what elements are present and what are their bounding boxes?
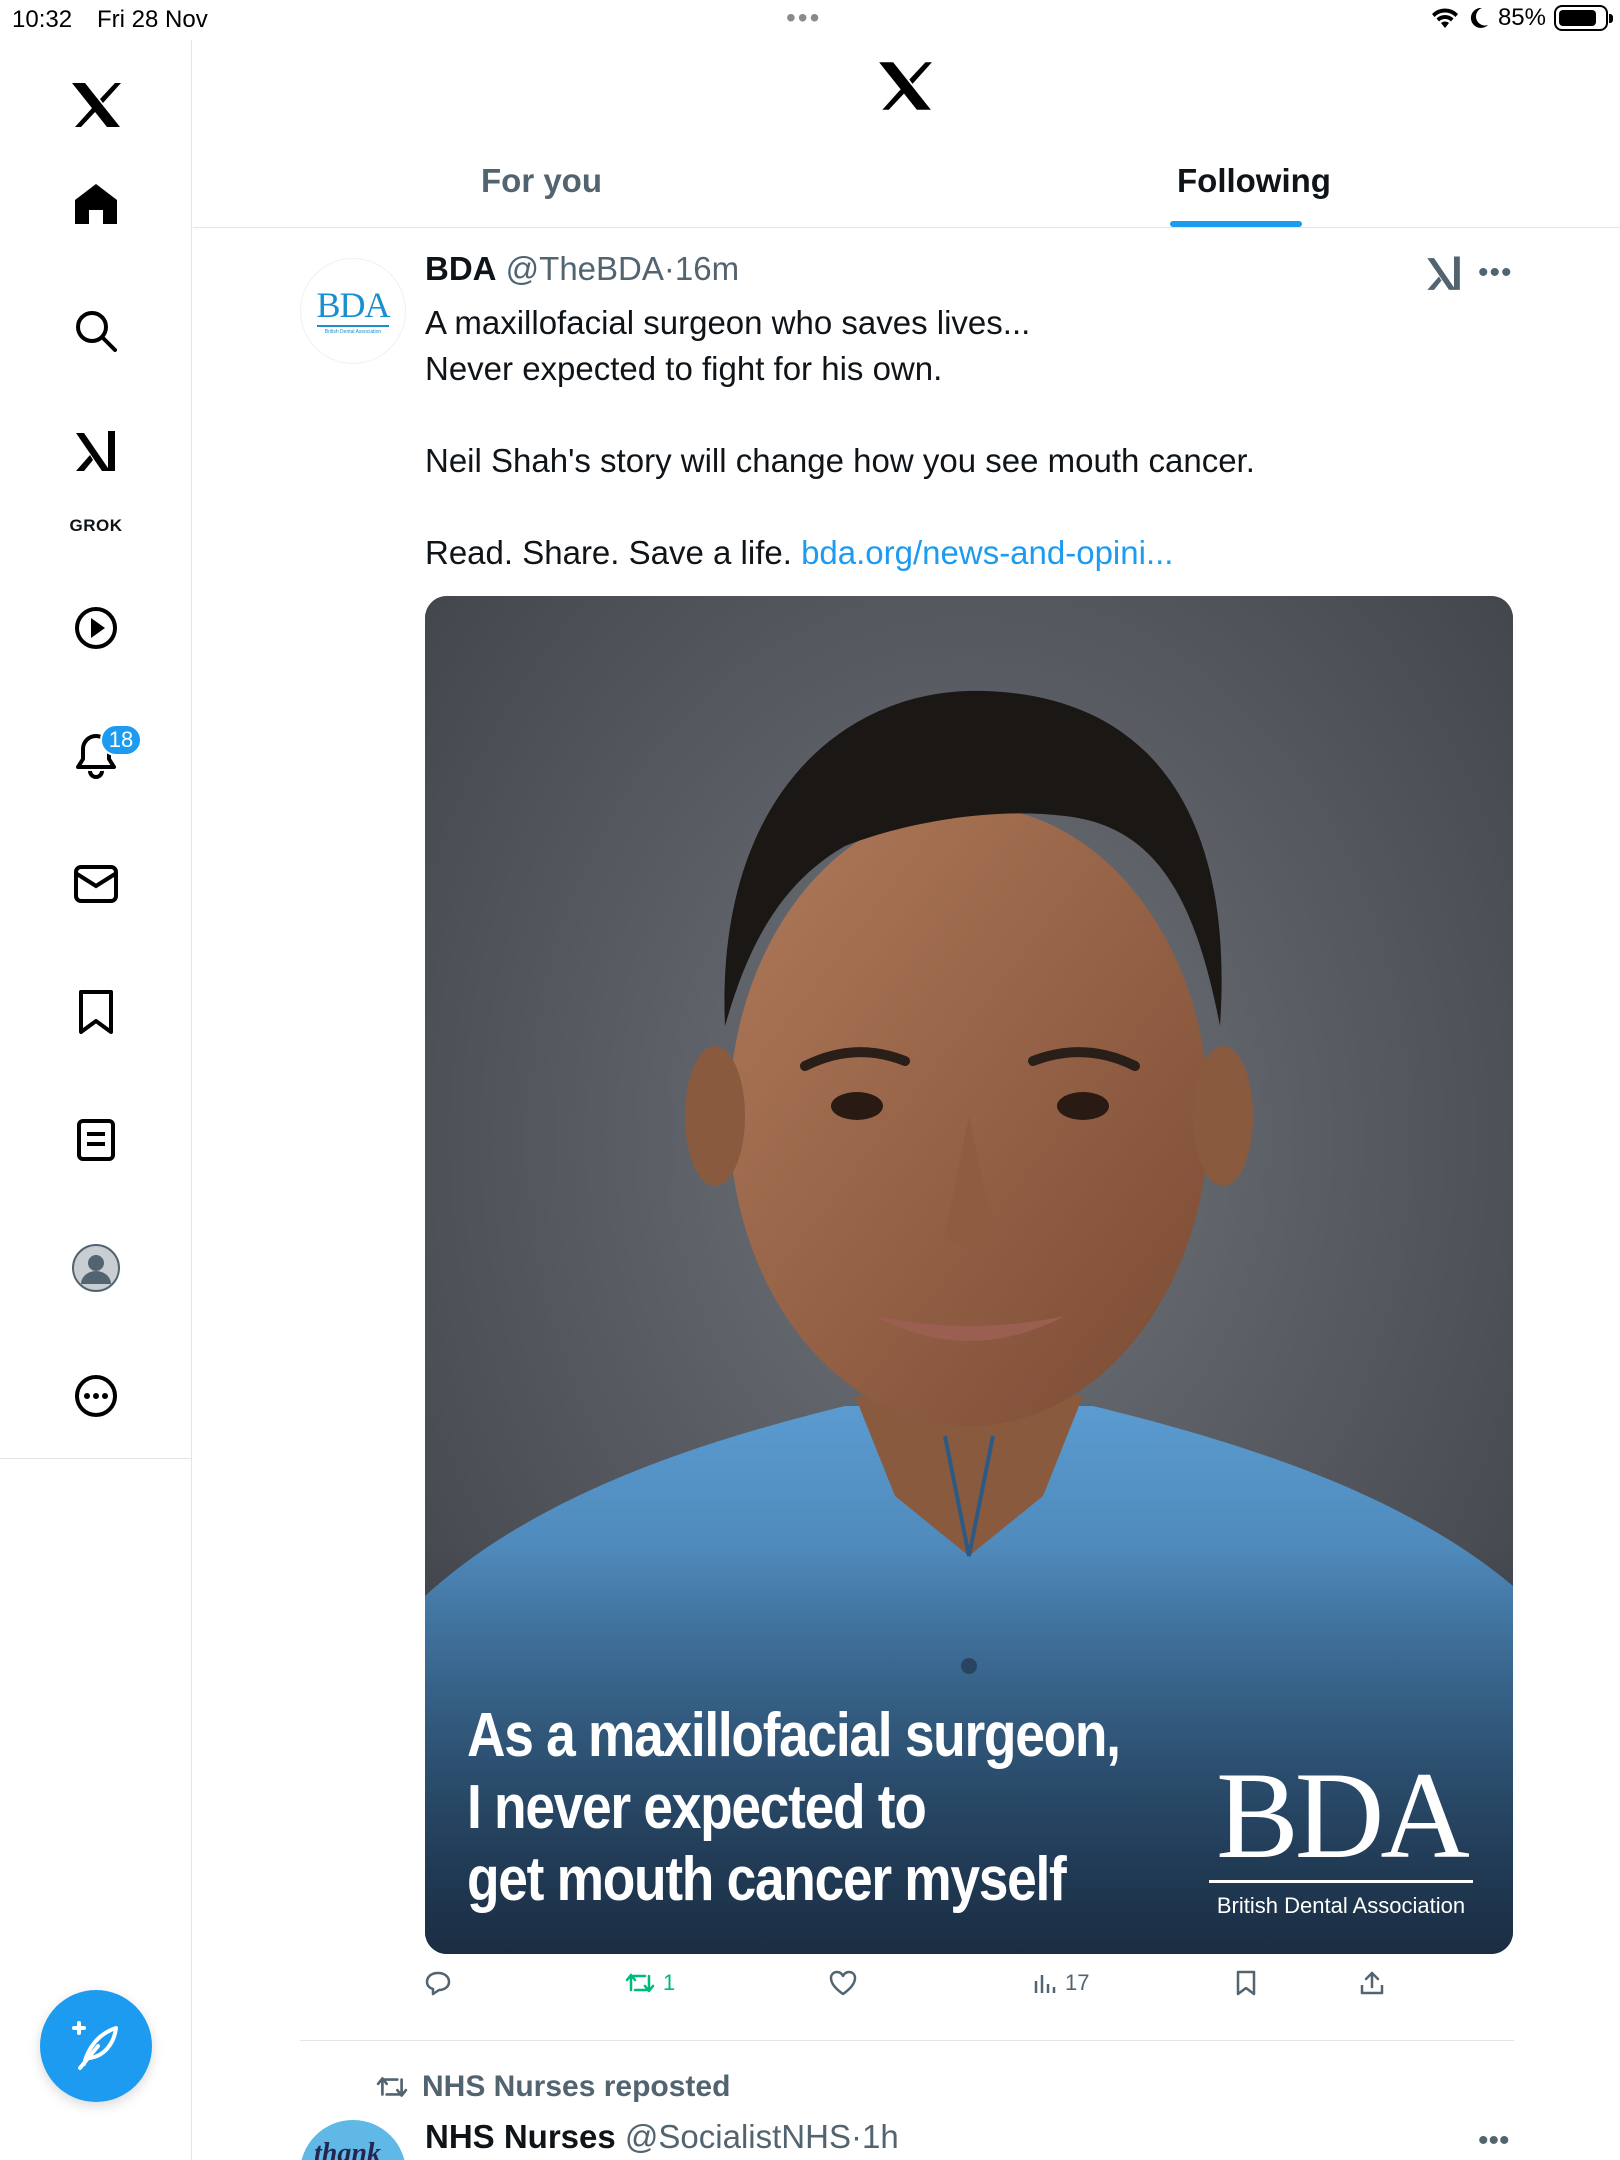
sidebar: GROK 18 [0,40,192,2160]
media-caption: As a maxillofacial surgeon, I never expe… [467,1700,1121,1916]
sidebar-item-profile[interactable] [56,1228,136,1308]
bookmark-button[interactable] [1235,1970,1257,1996]
battery-icon [1554,5,1613,31]
search-icon [76,311,117,352]
sidebar-item-more[interactable] [56,1356,136,1436]
sidebar-item-grok[interactable] [56,412,136,492]
views-button[interactable]: 17 [1033,1970,1089,1996]
timeline-tabs: For you Following [193,140,1620,228]
tweet-author-handle[interactable]: @TheBDA [506,250,664,287]
tweet-line [425,484,1515,530]
repost-icon [376,2077,408,2097]
heart-icon [829,1970,857,1996]
compose-feather-icon [72,2021,118,2070]
tweet-text: A maxillofacial surgeon who saves lives.… [425,300,1515,576]
media-bda-logo: BDA British Dental Association [1209,1747,1473,1919]
tweet2-author-name[interactable]: NHS Nurses [425,2118,616,2155]
tweet-author-name[interactable]: BDA [425,250,497,287]
tweet-divider [300,2040,1514,2041]
share-icon [1360,1971,1384,1995]
tab-following[interactable]: Following [1177,162,1331,200]
sidebar-item-lists[interactable] [56,1100,136,1180]
sidebar-item-explore[interactable] [56,291,136,371]
tweet2-header: NHS Nurses @SocialistNHS·1h [425,2118,899,2156]
media-logo-subtext: British Dental Association [1216,1893,1466,1918]
bookmark-icon [79,990,113,1034]
tweet-line: Never expected to fight for his own. [425,350,943,387]
tweet-line: Neil Shah's story will change how you se… [425,442,1255,479]
avatar-icon [72,1244,120,1292]
notifications-badge: 18 [100,724,142,756]
battery-percent: 85% [1497,4,1546,31]
wifi-icon [1431,8,1458,28]
tweet-avatar[interactable]: BDA British Dental Association [300,258,406,364]
tweet-line-last: Read. Share. Save a life. bda.org/news-a… [425,530,1515,576]
tweet2-author-handle[interactable]: @SocialistNHS [625,2118,851,2155]
sidebar-item-bookmarks[interactable] [56,972,136,1052]
moon-icon [1470,7,1488,28]
home-icon [75,184,117,224]
status-right: 85% [1430,4,1613,32]
sidebar-item-home[interactable] [56,164,136,244]
share-button[interactable] [1359,1970,1385,1996]
tweet-time[interactable]: 16m [675,250,739,287]
tweet-header: BDA @TheBDA·16m [425,250,739,288]
tweet2-more-icon[interactable]: ••• [1478,2124,1510,2158]
like-button[interactable] [829,1970,857,1996]
header-x-logo-icon[interactable] [877,60,937,120]
active-tab-indicator [1170,221,1302,227]
play-icon [75,607,117,649]
tweet2-avatar[interactable]: thank [300,2120,406,2160]
bookmark-icon [1236,1970,1256,1996]
repost-button[interactable]: 1 [625,1970,675,1996]
tweet-media-image[interactable]: As a maxillofacial surgeon, I never expe… [425,596,1513,1954]
tweet-line [425,392,1515,438]
repost-count: 1 [663,1970,676,1995]
tweet-more-icon[interactable]: ••• [1478,256,1513,290]
repost-icon [625,1973,655,1993]
tweet2-avatar-text: thank [314,2138,381,2160]
tweet-link[interactable]: bda.org/news-and-opini... [801,534,1173,571]
media-caption-line: I never expected to [467,1773,927,1842]
avatar-logo-subtext: British Dental Association [324,329,382,335]
grok-icon [76,431,115,471]
status-bar: 10:32 Fri 28 Nov ••• 85% [0,0,1620,40]
tweet-line: Read. Share. Save a life. [425,534,802,571]
media-caption-line: get mouth cancer myself [467,1845,1067,1914]
sidebar-item-videos[interactable] [56,588,136,668]
reply-button[interactable] [425,1970,451,1996]
repost-context-label: NHS Nurses reposted [422,2070,731,2103]
avatar-logo-rule [317,325,389,327]
tweet-line: A maxillofacial surgeon who saves lives.… [425,304,1031,341]
avatar-logo-text: BDA [316,285,390,325]
media-logo-text: BDA [1216,1747,1470,1884]
compose-button[interactable] [40,1990,152,2102]
media-caption-line: As a maxillofacial surgeon, [467,1701,1121,1770]
status-time: 10:32 [12,6,73,33]
tweet-separator: · [663,250,675,287]
views-count: 17 [1065,1970,1090,1995]
multitasking-dots-icon[interactable]: ••• [786,4,821,32]
more-circle-icon [75,1375,117,1417]
list-icon [77,1119,115,1161]
grok-explain-icon[interactable] [1424,254,1464,294]
mail-icon [74,865,118,903]
repost-context[interactable]: NHS Nurses reposted [376,2070,730,2104]
sidebar-divider [0,1458,192,1459]
tab-for-you[interactable]: For you [481,162,602,200]
x-logo-icon[interactable] [56,65,136,145]
tweet-actions: 1 17 [425,1970,1515,2010]
tweet2-time[interactable]: 1h [862,2118,899,2155]
grok-label: GROK [69,516,123,535]
views-chart-icon [1034,1975,1056,1993]
status-date: Fri 28 Nov [97,6,208,33]
reply-icon [425,1971,451,1996]
sidebar-item-messages[interactable] [56,844,136,924]
tweet2-separator: · [850,2118,862,2155]
